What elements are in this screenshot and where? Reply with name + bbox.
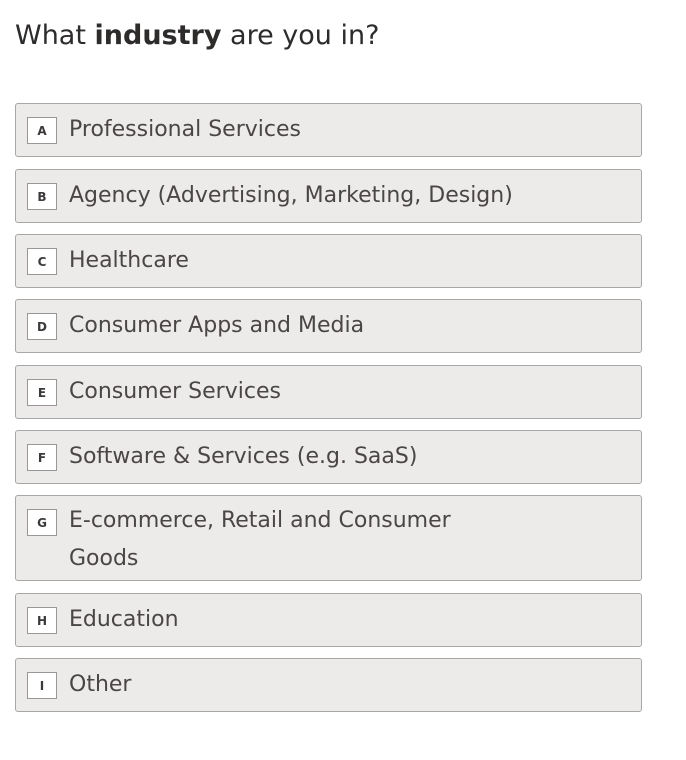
option-label: Professional Services (69, 117, 301, 142)
option-i[interactable]: I Other (15, 658, 642, 712)
option-c[interactable]: C Healthcare (15, 234, 642, 288)
option-d[interactable]: D Consumer Apps and Media (15, 299, 642, 353)
option-label: Education (69, 607, 179, 632)
option-key: F (27, 444, 57, 471)
option-key: A (27, 117, 57, 144)
question-title: What industry are you in? (15, 20, 380, 51)
option-label: Other (69, 672, 132, 697)
option-f[interactable]: F Software & Services (e.g. SaaS) (15, 430, 642, 484)
option-key: I (27, 672, 57, 699)
option-key: G (27, 509, 57, 536)
option-key: C (27, 248, 57, 275)
option-label: Consumer Services (69, 379, 281, 404)
option-key: B (27, 183, 57, 210)
option-e[interactable]: E Consumer Services (15, 365, 642, 419)
option-a[interactable]: A Professional Services (15, 103, 642, 157)
option-label: Software & Services (e.g. SaaS) (69, 444, 418, 469)
option-label: Consumer Apps and Media (69, 313, 365, 338)
option-key: D (27, 313, 57, 340)
option-key: E (27, 379, 57, 406)
option-label: Healthcare (69, 248, 189, 273)
option-label: E-commerce, Retail and Consumer Goods (69, 508, 451, 571)
option-b[interactable]: B Agency (Advertising, Marketing, Design) (15, 169, 642, 223)
option-g[interactable]: G E-commerce, Retail and Consumer Goods (15, 495, 642, 581)
option-key: H (27, 607, 57, 634)
option-h[interactable]: H Education (15, 593, 642, 647)
option-label: Agency (Advertising, Marketing, Design) (69, 183, 513, 208)
